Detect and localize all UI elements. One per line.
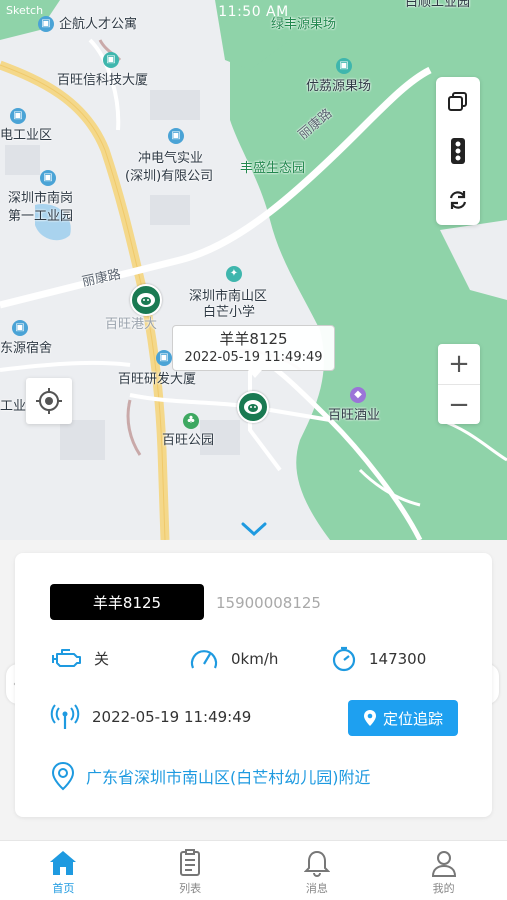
signal-icon [50,704,80,729]
poi-lvfeng[interactable]: 绿丰源果场 [271,16,336,33]
tab-messages[interactable]: 消息 [254,841,381,900]
layers-icon [448,91,467,111]
map-pin-icon [51,761,75,791]
poi-baimang-school[interactable]: 白芒小学 [203,304,255,321]
tab-list-label: 列表 [179,882,202,895]
bell-icon [303,850,330,877]
mileage-status: 147300 [331,646,426,672]
zoom-in-button[interactable]: + [438,344,480,384]
poi-park[interactable]: 百旺公园 [162,432,214,449]
poi-nanshan[interactable]: 深圳市南山区 [189,288,267,305]
engine-status: 关 [50,646,109,670]
engine-value: 关 [94,649,110,668]
school-icon: ✦ [226,266,242,282]
building-icon: ▣ [156,350,172,366]
signal-time-status: 2022-05-19 11:49:49 [50,704,251,730]
speed-status: 0km/h [189,646,278,672]
traffic-button[interactable] [436,126,480,175]
user-icon [431,851,456,877]
engine-icon [52,649,81,667]
location-track-button[interactable]: 定位追踪 [348,700,458,736]
traffic-light-icon [451,137,465,164]
address-text: 广东省深圳市南山区(白芒村幼儿园)附近 [86,768,371,787]
chevron-down-icon [241,522,267,537]
vehicle-info-card: 羊羊8125 15900008125 关 0km/h 147300 2022-0… [15,553,492,817]
building-icon: ▣ [40,170,56,186]
tab-list[interactable]: 列表 [127,841,254,900]
locate-button[interactable] [26,378,72,424]
building-icon: ▣ [168,128,184,144]
poi-chongdian-2[interactable]: (深圳)有限公司 [125,168,213,185]
poi-youlizhi[interactable]: 优荔源果场 [306,78,371,95]
vehicle-info-area: 羊羊8125 15900008125 关 0km/h 147300 2022-0… [0,540,507,840]
poi-jiuye[interactable]: 百旺酒业 [328,407,380,424]
vehicle-address[interactable]: 广东省深圳市南山区(白芒村幼儿园)附近 [50,761,371,791]
tab-messages-label: 消息 [305,882,328,895]
marker-timestamp: 2022-05-19 11:49:49 [184,350,323,365]
building-icon: ▣ [10,108,26,124]
bar-icon: ◆ [350,387,366,403]
collapse-panel-button[interactable] [238,518,270,540]
poi-qihang[interactable]: 企航人才公寓 [59,16,137,33]
location-track-label: 定位追踪 [382,709,443,728]
tab-home[interactable]: 首页 [0,841,127,900]
layers-button[interactable] [436,77,480,126]
speed-value: 0km/h [231,650,279,668]
marker-vehicle-name: 羊羊8125 [219,330,288,348]
signal-time-value: 2022-05-19 11:49:49 [92,708,252,726]
tab-home-label: 首页 [52,882,75,895]
park-icon: ♣ [183,413,199,429]
poi-baiwang-hidden: 百旺港大 [105,317,158,332]
stopwatch-icon [332,646,356,672]
tab-profile-label: 我的 [432,882,455,895]
map-view[interactable]: Sketch 11:50 AM ▣ 企航人才公寓 绿丰源果场 白顺工业园 ▣ 百… [0,0,507,540]
building-icon: ▣ [336,58,352,74]
poi-dongyuan[interactable]: 东源宿舍 [0,340,52,357]
map-toolbar [436,77,480,225]
building-icon: ▣ [12,320,28,336]
vehicle-marker-icon[interactable] [130,284,162,316]
crosshair-icon [36,388,62,414]
speedometer-icon [190,650,218,669]
home-icon [50,851,77,875]
poi-fengsheng[interactable]: 丰盛生态园 [240,160,305,177]
vehicle-plate: 羊羊8125 [50,584,204,620]
poi-top-right: 白顺工业园 [405,0,471,10]
mileage-value: 147300 [369,650,427,668]
building-icon: ▣ [38,16,54,32]
tab-profile[interactable]: 我的 [380,841,507,900]
selected-vehicle-marker-icon[interactable] [237,391,269,423]
list-icon [180,849,201,876]
poi-nangang[interactable]: 深圳市南岗 [8,190,73,207]
poi-nangang-2[interactable]: 第一工业园 [8,208,73,225]
poi-baiwangxin[interactable]: 百旺信科技大厦 [57,72,148,89]
marker-info-bubble[interactable]: 羊羊8125 2022-05-19 11:49:49 [172,325,335,378]
vehicle-phone[interactable]: 15900008125 [216,594,321,612]
zoom-control: + − [438,344,480,424]
poi-dian-gongye[interactable]: 电工业区 [0,127,52,144]
location-pin-icon [363,710,376,726]
refresh-button[interactable] [436,175,480,224]
zoom-out-button[interactable]: − [438,384,480,424]
poi-yanfa[interactable]: 百旺研发大厦 [118,371,196,388]
building-icon: ▣ [103,52,119,68]
bottom-tab-bar: 首页 列表 消息 我的 [0,840,507,900]
poi-chongdian[interactable]: 冲电气实业 [138,150,203,167]
refresh-icon [449,190,467,209]
